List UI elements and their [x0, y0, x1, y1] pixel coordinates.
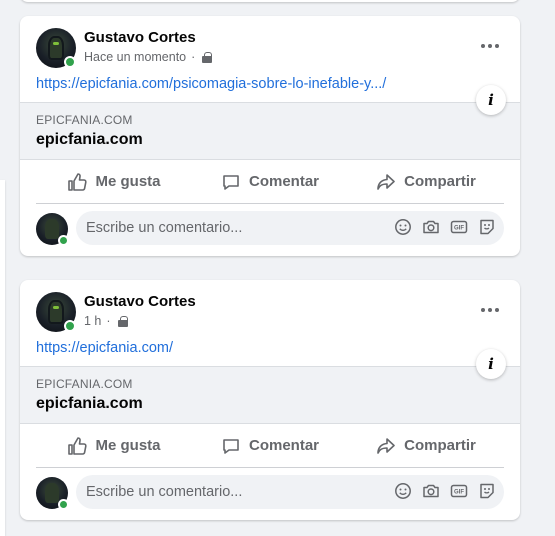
more-options-button[interactable]	[476, 296, 504, 324]
comment-box[interactable]: GIF	[76, 211, 504, 245]
post-card: Gustavo Cortes 1 h · https://epicfania.c…	[20, 280, 520, 520]
gif-icon[interactable]: GIF	[450, 218, 468, 236]
like-label: Me gusta	[95, 173, 161, 190]
previous-post-edge	[20, 0, 520, 2]
svg-text:GIF: GIF	[454, 490, 464, 496]
post-header: Gustavo Cortes 1 h ·	[20, 280, 520, 336]
thumbs-up-icon	[68, 436, 88, 455]
info-icon[interactable]: i	[476, 85, 506, 115]
left-panel-edge	[0, 180, 5, 536]
more-options-button[interactable]	[476, 32, 504, 60]
lock-icon[interactable]	[202, 52, 213, 63]
meta-separator: ·	[106, 314, 111, 328]
dot-icon	[495, 308, 499, 312]
like-button[interactable]: Me gusta	[36, 164, 192, 200]
post-time[interactable]: 1 h	[84, 314, 101, 328]
preview-domain: EPICFANIA.COM	[36, 113, 133, 127]
author-name[interactable]: Gustavo Cortes	[84, 29, 196, 46]
sticker-icon[interactable]	[478, 218, 496, 236]
post-link[interactable]: https://epicfania.com/	[20, 336, 520, 366]
sticker-icon[interactable]	[478, 482, 496, 500]
share-arrow-icon	[377, 173, 395, 190]
online-status-dot	[58, 499, 69, 510]
author-name[interactable]: Gustavo Cortes	[84, 293, 196, 310]
like-button[interactable]: Me gusta	[36, 428, 192, 464]
preview-title: epicfania.com	[36, 131, 143, 148]
comment-input[interactable]	[86, 475, 386, 509]
share-button[interactable]: Compartir	[348, 164, 504, 200]
svg-text:GIF: GIF	[454, 226, 464, 232]
dot-icon	[481, 308, 485, 312]
comment-box[interactable]: GIF	[76, 475, 504, 509]
info-icon[interactable]: i	[476, 349, 506, 379]
smiley-icon[interactable]	[394, 218, 412, 236]
online-status-dot	[64, 56, 76, 68]
thumbs-up-icon	[68, 172, 88, 191]
comment-tools: GIF	[394, 482, 496, 500]
comment-label: Comentar	[248, 173, 319, 190]
post-header: Gustavo Cortes Hace un momento ·	[20, 16, 520, 72]
post-meta: Hace un momento ·	[84, 50, 213, 64]
preview-title: epicfania.com	[36, 395, 143, 412]
camera-icon[interactable]	[422, 482, 440, 500]
share-arrow-icon	[377, 437, 395, 454]
comment-label: Comentar	[248, 437, 319, 454]
share-label: Compartir	[404, 437, 476, 454]
post-card: Gustavo Cortes Hace un momento · https:/…	[20, 16, 520, 256]
link-preview[interactable]: i EPICFANIA.COM epicfania.com	[20, 85, 520, 160]
online-status-dot	[58, 235, 69, 246]
post-time[interactable]: Hace un momento	[84, 50, 186, 64]
gif-icon[interactable]: GIF	[450, 482, 468, 500]
speech-bubble-icon	[223, 174, 239, 190]
dot-icon	[488, 308, 492, 312]
dot-icon	[488, 44, 492, 48]
dot-icon	[481, 44, 485, 48]
smiley-icon[interactable]	[394, 482, 412, 500]
share-button[interactable]: Compartir	[348, 428, 504, 464]
comment-button[interactable]: Comentar	[192, 164, 348, 200]
meta-separator: ·	[191, 50, 196, 64]
comment-composer: GIF	[20, 204, 520, 256]
share-label: Compartir	[404, 173, 476, 190]
camera-icon[interactable]	[422, 218, 440, 236]
speech-bubble-icon	[223, 438, 239, 454]
like-label: Me gusta	[95, 437, 161, 454]
dot-icon	[495, 44, 499, 48]
post-actions: Me gusta Comentar Compartir	[36, 160, 504, 204]
comment-input[interactable]	[86, 211, 386, 245]
comment-tools: GIF	[394, 218, 496, 236]
preview-domain: EPICFANIA.COM	[36, 377, 133, 391]
online-status-dot	[64, 320, 76, 332]
post-meta: 1 h ·	[84, 314, 128, 328]
lock-icon[interactable]	[117, 316, 128, 327]
post-actions: Me gusta Comentar Compartir	[36, 424, 504, 468]
comment-composer: GIF	[20, 468, 520, 520]
link-preview[interactable]: i EPICFANIA.COM epicfania.com	[20, 349, 520, 424]
post-link[interactable]: https://epicfania.com/psicomagia-sobre-l…	[20, 72, 520, 102]
comment-button[interactable]: Comentar	[192, 428, 348, 464]
